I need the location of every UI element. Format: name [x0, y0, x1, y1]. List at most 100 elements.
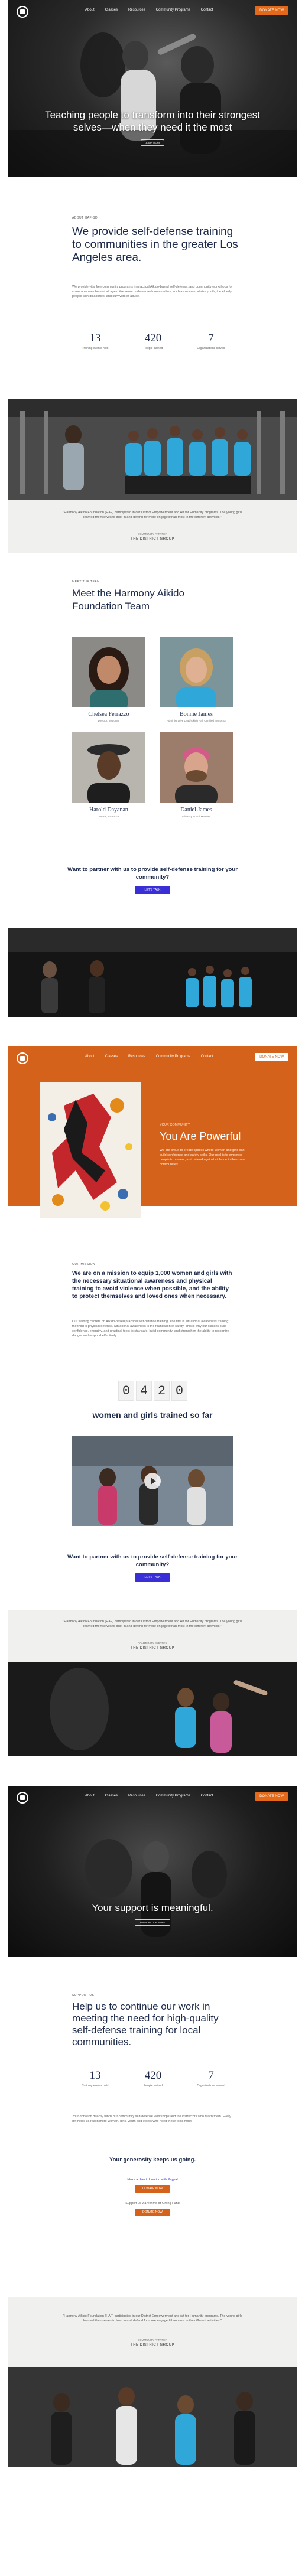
nav-resources-3[interactable]: Resources	[128, 1794, 145, 1798]
counter-digit-4: 0	[171, 1381, 187, 1401]
donate-button-3[interactable]: DONATE NOW	[255, 1792, 288, 1801]
stat-people-label: People trained	[143, 347, 163, 350]
team-role-bonnie: Administrative Lead/Aikido Pal, Certifie…	[166, 719, 226, 722]
stat2-organizations-label: Organizations served	[197, 2084, 225, 2088]
play-icon[interactable]	[144, 1473, 161, 1489]
about-heading: We provide self-defense training to comm…	[72, 226, 238, 264]
team-name-daniel: Daniel James	[180, 807, 212, 813]
top-navbar-3: About Classes Resources Community Progra…	[8, 1786, 297, 1808]
mission-eyebrow: OUR MISSION	[72, 1263, 96, 1266]
stat-events-label: Training events held	[82, 347, 109, 350]
nav-links: About Classes Resources Community Progra…	[85, 8, 213, 12]
powerful-section: About Classes Resources Community Progra…	[8, 1046, 297, 1218]
portrait-daniel	[160, 732, 233, 803]
support-our-work-button[interactable]: SUPPORT OUR WORK	[135, 1919, 170, 1926]
training-photo-1	[8, 928, 297, 1017]
team-photo-harold	[72, 732, 145, 803]
stat-people-number: 420	[144, 332, 162, 344]
nav-classes-2[interactable]: Classes	[105, 1055, 118, 1058]
mission-heading: We are on a mission to equip 1,000 women…	[72, 1270, 232, 1300]
donate-venmo-button[interactable]: DONATE NOW	[135, 2209, 170, 2216]
stat2-events-label: Training events held	[82, 2084, 109, 2088]
training-photo-3	[8, 2367, 297, 2467]
nav-community-programs-3[interactable]: Community Programs	[156, 1794, 190, 1798]
training-photo-3-image	[8, 2367, 297, 2467]
counter-digit-1: 0	[118, 1381, 134, 1401]
nav-resources-2[interactable]: Resources	[128, 1055, 145, 1058]
training-photo-1-image	[8, 928, 297, 1017]
partner-cta-text-1: Want to partner with us to provide self-…	[67, 866, 238, 881]
paypal-link[interactable]: Make a direct donation with Paypal	[8, 2178, 297, 2182]
stat2-organizations-number: 7	[208, 2069, 214, 2082]
donate-paypal-button[interactable]: DONATE NOW	[135, 2185, 170, 2193]
testimonial-quote-1: "Harmony Aikido Foundation (HAF) partici…	[63, 511, 242, 519]
testimonial-quote-2: "Harmony Aikido Foundation (HAF) partici…	[63, 1620, 242, 1628]
generosity-heading: Your generosity keeps us going.	[109, 2157, 196, 2163]
stat2-people-label: People trained	[143, 2084, 163, 2088]
quote-section-1: "Harmony Aikido Foundation (HAF) partici…	[8, 500, 297, 553]
nav-about-2[interactable]: About	[85, 1055, 95, 1058]
portrait-chelsea	[72, 637, 145, 707]
stat2-people-number: 420	[144, 2069, 162, 2082]
stat-people: 420 People trained	[126, 332, 180, 350]
nav-about-3[interactable]: About	[85, 1794, 95, 1798]
top-navbar-2: About Classes Resources Community Progra…	[8, 1046, 297, 1069]
logo-icon[interactable]	[17, 6, 28, 18]
counter-digit-2: 4	[136, 1381, 152, 1401]
nav-contact-3[interactable]: Contact	[201, 1794, 213, 1798]
nav-resources[interactable]: Resources	[128, 8, 145, 12]
mission-body: Our training centers on Aikido-based pra…	[72, 1320, 229, 1338]
support-hero-image	[85, 1839, 227, 1937]
learn-more-button[interactable]: LEARN MORE	[141, 139, 164, 146]
team-photo-daniel	[160, 732, 233, 803]
stat-organizations: 7 Organizations served	[184, 332, 238, 350]
team-name-harold: Harold Dayanan	[89, 807, 128, 813]
group-photo-image	[8, 399, 297, 500]
top-navbar: About Classes Resources Community Progra…	[8, 0, 297, 22]
page-content: About Classes Resources Community Progra…	[8, 0, 297, 2576]
artwork-image	[40, 1082, 141, 1218]
nav-contact-2[interactable]: Contact	[201, 1055, 213, 1058]
powerful-eyebrow: YOUR COMMUNITY	[160, 1123, 190, 1127]
training-photo-2	[8, 1662, 297, 1756]
testimonial-attribution-org-1: THE DISTRICT GROUP	[131, 537, 174, 541]
team-role-daniel: Advisory Board Member	[181, 815, 211, 818]
powerful-body: We are proud to create spaces where wome…	[160, 1149, 245, 1166]
stat-events: 13 Training events held	[69, 332, 122, 350]
hero-section: About Classes Resources Community Progra…	[8, 0, 297, 177]
testimonial-attribution-org-2: THE DISTRICT GROUP	[131, 1646, 174, 1650]
about-eyebrow: ABOUT HAF-SD	[72, 216, 98, 220]
testimonial-attribution-label-1: COMMUNITY PARTNER	[137, 533, 167, 536]
stat2-events: 13 Training events held	[69, 2069, 122, 2088]
nav-community-programs[interactable]: Community Programs	[156, 8, 190, 12]
nav-classes[interactable]: Classes	[105, 8, 118, 12]
lets-talk-button-1[interactable]: LET'S TALK	[135, 886, 170, 894]
nav-classes-3[interactable]: Classes	[105, 1794, 118, 1798]
hero-photo	[8, 32, 297, 177]
team-role-chelsea: Director, Instructor	[98, 719, 120, 722]
quote-section-3: "Harmony Aikido Foundation (HAF) partici…	[8, 2297, 297, 2367]
donate-button[interactable]: DONATE NOW	[255, 6, 288, 15]
logo-icon-2[interactable]	[17, 1052, 28, 1064]
page: About Classes Resources Community Progra…	[0, 0, 305, 2576]
powerful-heading: You Are Powerful	[160, 1130, 241, 1142]
team-name-bonnie: Bonnie James	[180, 711, 213, 718]
testimonial-attribution-org-3: THE DISTRICT GROUP	[131, 2343, 174, 2347]
nav-community-programs-2[interactable]: Community Programs	[156, 1055, 190, 1058]
donate-button-2[interactable]: DONATE NOW	[255, 1053, 288, 1061]
team-photo-chelsea	[72, 637, 145, 707]
team-eyebrow: MEET THE TEAM	[72, 580, 100, 583]
logo-icon-3[interactable]	[17, 1792, 28, 1804]
venmo-link[interactable]: Support us via Venmo or Giving Fund	[8, 2202, 297, 2205]
training-photo-2-image	[8, 1662, 297, 1756]
lets-talk-button-2[interactable]: LET'S TALK	[135, 1573, 170, 1582]
support-hero-title: Your support is meaningful.	[92, 1902, 213, 1913]
training-video[interactable]	[72, 1436, 233, 1526]
team-name-chelsea: Chelsea Ferrazzo	[88, 711, 129, 718]
stat2-people: 420 People trained	[126, 2069, 180, 2088]
team-role-harold: Sensei, Instructor	[98, 815, 119, 818]
stat-organizations-label: Organizations served	[197, 347, 225, 350]
nav-about[interactable]: About	[85, 8, 95, 12]
nav-contact[interactable]: Contact	[201, 8, 213, 12]
stat-organizations-number: 7	[208, 332, 214, 344]
